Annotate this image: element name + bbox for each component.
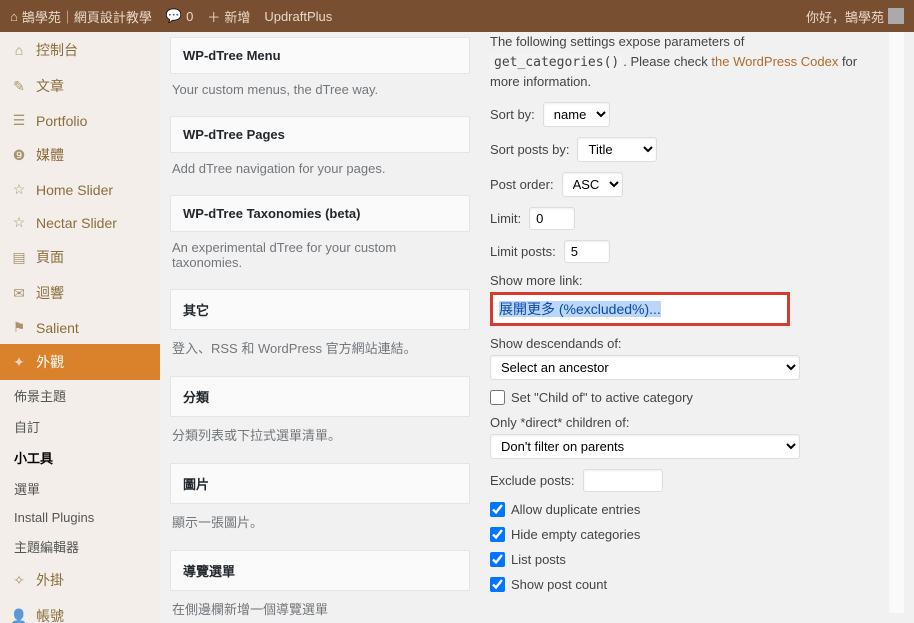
- widget-head-2[interactable]: WP-dTree Taxonomies (beta): [170, 195, 470, 232]
- widget-desc-4: 分類列表或下拉式選單清單。: [170, 417, 470, 458]
- dup-label: Allow duplicate entries: [511, 502, 640, 517]
- sidebar-sub-1[interactable]: 自訂: [0, 411, 160, 442]
- menu-icon: ☆: [10, 214, 28, 231]
- widget-desc-1: Add dTree navigation for your pages.: [170, 153, 470, 190]
- menu-icon: ✎: [10, 78, 28, 95]
- menu-label: 控制台: [36, 40, 78, 60]
- sidebar-item-0[interactable]: ⌂ 控制台: [0, 32, 160, 68]
- menu-label: Home Slider: [36, 182, 113, 198]
- menu-icon: ☆: [10, 181, 28, 198]
- widget-head-0[interactable]: WP-dTree Menu: [170, 37, 470, 74]
- menu-label: 帳號: [36, 606, 64, 623]
- exclude-input[interactable]: [583, 469, 663, 492]
- menu-label: 媒體: [36, 145, 64, 165]
- limit-input[interactable]: [529, 207, 575, 230]
- widget-head-6[interactable]: 導覽選單: [170, 550, 470, 591]
- direct-label: Only *direct* children of:: [490, 415, 869, 430]
- menu-label: 迴響: [36, 283, 64, 303]
- sidebar-sub-4[interactable]: Install Plugins: [0, 504, 160, 531]
- menu-icon: ☰: [10, 112, 28, 129]
- widget-desc-5: 顯示一張圖片。: [170, 504, 470, 545]
- descend-label: Show descendands of:: [490, 336, 869, 351]
- sidebar-item-7[interactable]: ✉ 迴響: [0, 275, 160, 311]
- menu-icon: ⌂: [10, 42, 28, 58]
- avatar: [888, 8, 904, 24]
- sidebar-item-10[interactable]: ✧ 外掛: [0, 562, 160, 598]
- widget-desc-6: 在側邊欄新增一個導覽選單: [170, 591, 470, 623]
- codex-link[interactable]: the WordPress Codex: [711, 54, 838, 69]
- menu-label: 外觀: [36, 352, 64, 372]
- comments-link[interactable]: 💬0: [166, 8, 193, 24]
- menu-icon: ✉: [10, 285, 28, 302]
- updraft-link[interactable]: UpdraftPlus: [264, 9, 332, 24]
- postorder-label: Post order:: [490, 177, 554, 192]
- widgets-available-column: WP-dTree MenuYour custom menus, the dTre…: [170, 32, 470, 613]
- menu-label: 外掛: [36, 570, 64, 590]
- menu-icon: 👤: [10, 608, 28, 623]
- site-link[interactable]: ⌂鵠學苑｜網頁設計教學: [10, 7, 152, 26]
- sortposts-label: Sort posts by:: [490, 142, 569, 157]
- childof-label: Set "Child of" to active category: [511, 390, 693, 405]
- admin-sidebar: ⌂ 控制台 ✎ 文章 ☰ Portfolio ❾ 媒體 ☆ Home Slider ☆ Nectar …: [0, 32, 160, 623]
- dup-checkbox[interactable]: [490, 502, 505, 517]
- listposts-label: List posts: [511, 552, 566, 567]
- menu-icon: ✧: [10, 572, 28, 589]
- direct-select[interactable]: Don't filter on parents: [490, 434, 800, 459]
- greeting[interactable]: 你好，鵠學苑: [806, 7, 904, 26]
- menu-icon: ▤: [10, 249, 28, 266]
- add-new-link[interactable]: ＋新增: [207, 7, 250, 26]
- sortby-select[interactable]: name: [543, 102, 610, 127]
- menu-label: Salient: [36, 320, 79, 336]
- hideempty-checkbox[interactable]: [490, 527, 505, 542]
- sortby-label: Sort by:: [490, 107, 535, 122]
- widget-head-3[interactable]: 其它: [170, 289, 470, 330]
- sidebar-item-3[interactable]: ❾ 媒體: [0, 137, 160, 173]
- showmore-input[interactable]: 展開更多 (%excluded%)...: [490, 292, 790, 326]
- intro-text: The following settings expose parameters…: [490, 32, 869, 92]
- widget-desc-0: Your custom menus, the dTree way.: [170, 74, 470, 111]
- widget-settings-column: The following settings expose parameters…: [490, 32, 869, 613]
- menu-label: Nectar Slider: [36, 215, 117, 231]
- widget-head-4[interactable]: 分類: [170, 376, 470, 417]
- sidebar-item-1[interactable]: ✎ 文章: [0, 68, 160, 104]
- menu-label: Portfolio: [36, 113, 87, 129]
- widget-head-1[interactable]: WP-dTree Pages: [170, 116, 470, 153]
- sidebar-item-11[interactable]: 👤 帳號: [0, 598, 160, 623]
- sidebar-item-4[interactable]: ☆ Home Slider: [0, 173, 160, 206]
- sortposts-select[interactable]: Title: [577, 137, 657, 162]
- sidebar-sub-2[interactable]: 小工具: [0, 442, 160, 473]
- limit-label: Limit:: [490, 211, 521, 226]
- sidebar-item-8[interactable]: ⚑ Salient: [0, 311, 160, 344]
- postcount-checkbox[interactable]: [490, 577, 505, 592]
- postorder-select[interactable]: ASC: [562, 172, 623, 197]
- sidebar-item-6[interactable]: ▤ 頁面: [0, 239, 160, 275]
- widget-desc-3: 登入、RSS 和 WordPress 官方網站連結。: [170, 330, 470, 371]
- menu-label: 頁面: [36, 247, 64, 267]
- listposts-checkbox[interactable]: [490, 552, 505, 567]
- sidebar-item-2[interactable]: ☰ Portfolio: [0, 104, 160, 137]
- widget-head-5[interactable]: 圖片: [170, 463, 470, 504]
- ancestor-select[interactable]: Select an ancestor: [490, 355, 800, 380]
- childof-checkbox[interactable]: [490, 390, 505, 405]
- sidebar-sub-5[interactable]: 主題編輯器: [0, 531, 160, 562]
- sidebar-item-9[interactable]: ✦ 外觀: [0, 344, 160, 380]
- showmore-label: Show more link:: [490, 273, 869, 288]
- limitposts-label: Limit posts:: [490, 244, 556, 259]
- menu-icon: ❾: [10, 147, 28, 164]
- scroll-area: [889, 32, 904, 613]
- exclude-label: Exclude posts:: [490, 473, 575, 488]
- hideempty-label: Hide empty categories: [511, 527, 640, 542]
- sidebar-item-5[interactable]: ☆ Nectar Slider: [0, 206, 160, 239]
- postcount-label: Show post count: [511, 577, 607, 592]
- admin-toolbar: ⌂鵠學苑｜網頁設計教學 💬0 ＋新增 UpdraftPlus 你好，鵠學苑: [0, 0, 914, 32]
- limitposts-input[interactable]: [564, 240, 610, 263]
- menu-icon: ⚑: [10, 319, 28, 336]
- menu-label: 文章: [36, 76, 64, 96]
- sidebar-sub-3[interactable]: 選單: [0, 473, 160, 504]
- menu-icon: ✦: [10, 354, 28, 371]
- widget-desc-2: An experimental dTree for your custom ta…: [170, 232, 470, 284]
- sidebar-sub-0[interactable]: 佈景主題: [0, 380, 160, 411]
